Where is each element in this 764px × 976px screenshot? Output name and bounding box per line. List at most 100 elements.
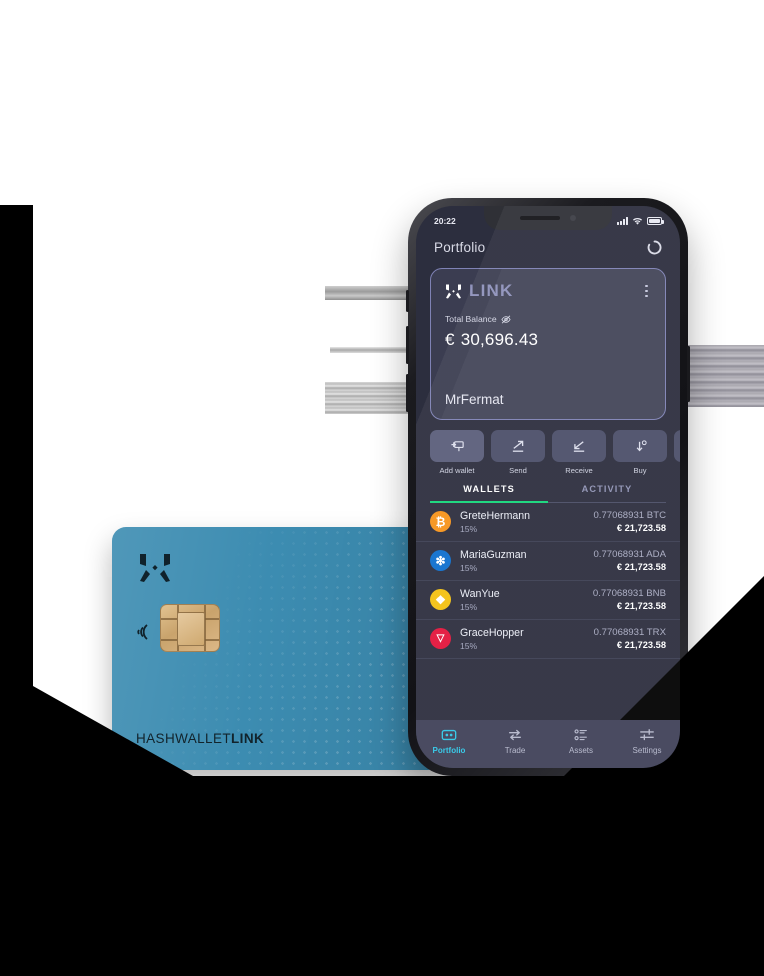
nav-item-trade[interactable]: Trade xyxy=(482,727,548,755)
phone-screen: 20:22 Portfolio LINK Total Balance € 30,… xyxy=(416,206,680,768)
wallet-fiat-amount: € 21,723.58 xyxy=(616,523,666,533)
buy-label: Buy xyxy=(633,466,647,475)
overflow-action-icon xyxy=(674,430,680,462)
wallet-values: 0.77068931 BTC € 21,723.58 xyxy=(593,510,666,533)
wallet-info: GraceHopper 15% xyxy=(460,627,585,651)
wallet-crypto-amount: 0.77068931 TRX xyxy=(593,627,666,638)
tab-wallets[interactable]: WALLETS xyxy=(430,484,548,503)
receive-button[interactable]: Receive xyxy=(552,430,606,475)
wallet-info: WanYue 15% xyxy=(460,588,584,612)
add-wallet-icon xyxy=(430,430,484,462)
hashwallet-logo-icon xyxy=(140,554,170,582)
wallet-info: MariaGuzman 15% xyxy=(460,549,584,573)
page-title: Portfolio xyxy=(434,239,486,255)
nav-item-assets[interactable]: Assets xyxy=(548,727,614,755)
eye-off-icon[interactable] xyxy=(501,314,511,324)
phone-notch xyxy=(484,206,612,230)
nav-label-settings: Settings xyxy=(632,746,662,755)
emv-chip-icon xyxy=(160,604,220,652)
arrow-down-left-icon xyxy=(552,430,606,462)
table-row[interactable]: ❖ WanYue 15% 0.77068931 BNB € 21,723.58 xyxy=(416,581,680,620)
scene: HASHWALLETLINK 20:22 Portfolio LINK Tota… xyxy=(0,0,764,976)
currency-symbol: € xyxy=(445,330,455,349)
total-balance-label: Total Balance xyxy=(445,314,497,324)
power-button[interactable] xyxy=(687,346,690,402)
wallet-fiat-amount: € 21,723.58 xyxy=(616,562,666,572)
wallet-values: 0.77068931 TRX € 21,723.58 xyxy=(594,627,666,650)
wallet-fiat-amount: € 21,723.58 xyxy=(616,601,666,611)
arrow-up-right-icon xyxy=(491,430,545,462)
wallet-name: WanYue xyxy=(460,587,500,600)
tab-activity[interactable]: ACTIVITY xyxy=(548,484,666,502)
wallet-list[interactable]: ₿ GreteHermann 15% 0.77068931 BTC € 21,7… xyxy=(416,503,680,721)
wallet-name: GraceHopper xyxy=(460,626,524,639)
nav-label-assets: Assets xyxy=(568,746,593,755)
quick-actions-row: Add wallet Send Receive Buy xyxy=(416,420,680,475)
refresh-icon[interactable] xyxy=(647,240,662,255)
wallet-percent: 15% xyxy=(460,640,478,651)
wallet-activity-tabs: WALLETS ACTIVITY xyxy=(430,484,666,503)
settings-sliders-icon xyxy=(640,729,654,741)
nfc-contactless-icon xyxy=(137,624,148,640)
mute-switch[interactable] xyxy=(406,290,409,312)
card-brand-bold: LINK xyxy=(231,731,265,746)
quick-action-overflow[interactable] xyxy=(674,430,680,475)
account-name: MrFermat xyxy=(445,392,504,407)
balance-card-header: LINK xyxy=(445,281,651,301)
link-brand-label: LINK xyxy=(469,281,514,300)
status-time: 20:22 xyxy=(434,216,456,226)
hashwallet-logo-icon xyxy=(446,284,461,298)
send-button[interactable]: Send xyxy=(491,430,545,475)
total-balance-label-row: Total Balance xyxy=(445,314,651,324)
coin-icon-btc: ₿ xyxy=(430,511,451,532)
coin-icon-bnb: ❖ xyxy=(430,589,451,610)
send-label: Send xyxy=(509,466,527,475)
table-row[interactable]: ₿ GreteHermann 15% 0.77068931 BTC € 21,7… xyxy=(416,503,680,542)
coin-icon-trx: ▽ xyxy=(430,628,451,649)
wallet-values: 0.77068931 BNB € 21,723.58 xyxy=(593,588,666,611)
wallet-name: GreteHermann xyxy=(460,509,531,522)
table-row[interactable]: ▽ GraceHopper 15% 0.77068931 TRX € 21,72… xyxy=(416,620,680,659)
card-brand-regular: HASHWALLET xyxy=(136,731,232,746)
wallet-crypto-amount: 0.77068931 BTC xyxy=(593,510,666,521)
receive-label: Receive xyxy=(565,466,593,475)
buy-arrow-icon xyxy=(613,430,667,462)
app-header: Portfolio xyxy=(416,232,680,262)
add-wallet-label: Add wallet xyxy=(439,466,475,475)
wallet-fiat-amount: € 21,723.58 xyxy=(616,640,666,650)
matte-left-band xyxy=(0,205,33,776)
assets-list-icon xyxy=(574,729,587,741)
nav-item-portfolio[interactable]: Portfolio xyxy=(416,727,482,755)
front-camera xyxy=(570,215,576,221)
wallet-percent: 15% xyxy=(460,562,478,573)
total-balance-amount: € 30,696.43 xyxy=(445,327,651,351)
nav-label-portfolio: Portfolio xyxy=(432,746,466,755)
wallet-percent: 15% xyxy=(460,601,478,612)
wallet-name: MariaGuzman xyxy=(460,548,527,561)
total-balance-card[interactable]: LINK Total Balance € 30,696.43 MrFermat xyxy=(430,268,666,420)
wallet-crypto-amount: 0.77068931 ADA xyxy=(593,549,666,560)
kebab-menu-icon[interactable] xyxy=(642,283,651,300)
earpiece-speaker xyxy=(520,215,560,221)
nav-item-settings[interactable]: Settings xyxy=(614,727,680,755)
add-wallet-button[interactable]: Add wallet xyxy=(430,430,484,475)
volume-up-button[interactable] xyxy=(406,326,409,364)
bottom-navigation: Portfolio Trade Assets Settings xyxy=(416,720,680,768)
wallet-values: 0.77068931 ADA € 21,723.58 xyxy=(593,549,666,572)
nav-label-trade: Trade xyxy=(504,746,526,755)
phone-device: 20:22 Portfolio LINK Total Balance € 30,… xyxy=(406,198,690,776)
coin-icon-ada: ❇ xyxy=(430,550,451,571)
volume-down-button[interactable] xyxy=(406,374,409,412)
signal-icon xyxy=(617,217,628,225)
hashwallet-hardware-card: HASHWALLETLINK xyxy=(112,527,442,770)
battery-icon xyxy=(647,217,664,225)
buy-button[interactable]: Buy xyxy=(613,430,667,475)
table-row[interactable]: ❇ MariaGuzman 15% 0.77068931 ADA € 21,72… xyxy=(416,542,680,581)
status-icons xyxy=(617,217,664,226)
wallet-info: GreteHermann 15% xyxy=(460,510,584,534)
wallet-crypto-amount: 0.77068931 BNB xyxy=(592,588,666,599)
wifi-icon xyxy=(632,217,643,225)
balance-value: 30,696.43 xyxy=(460,330,539,349)
link-brand: LINK xyxy=(445,281,513,301)
wallet-percent: 15% xyxy=(460,523,478,534)
